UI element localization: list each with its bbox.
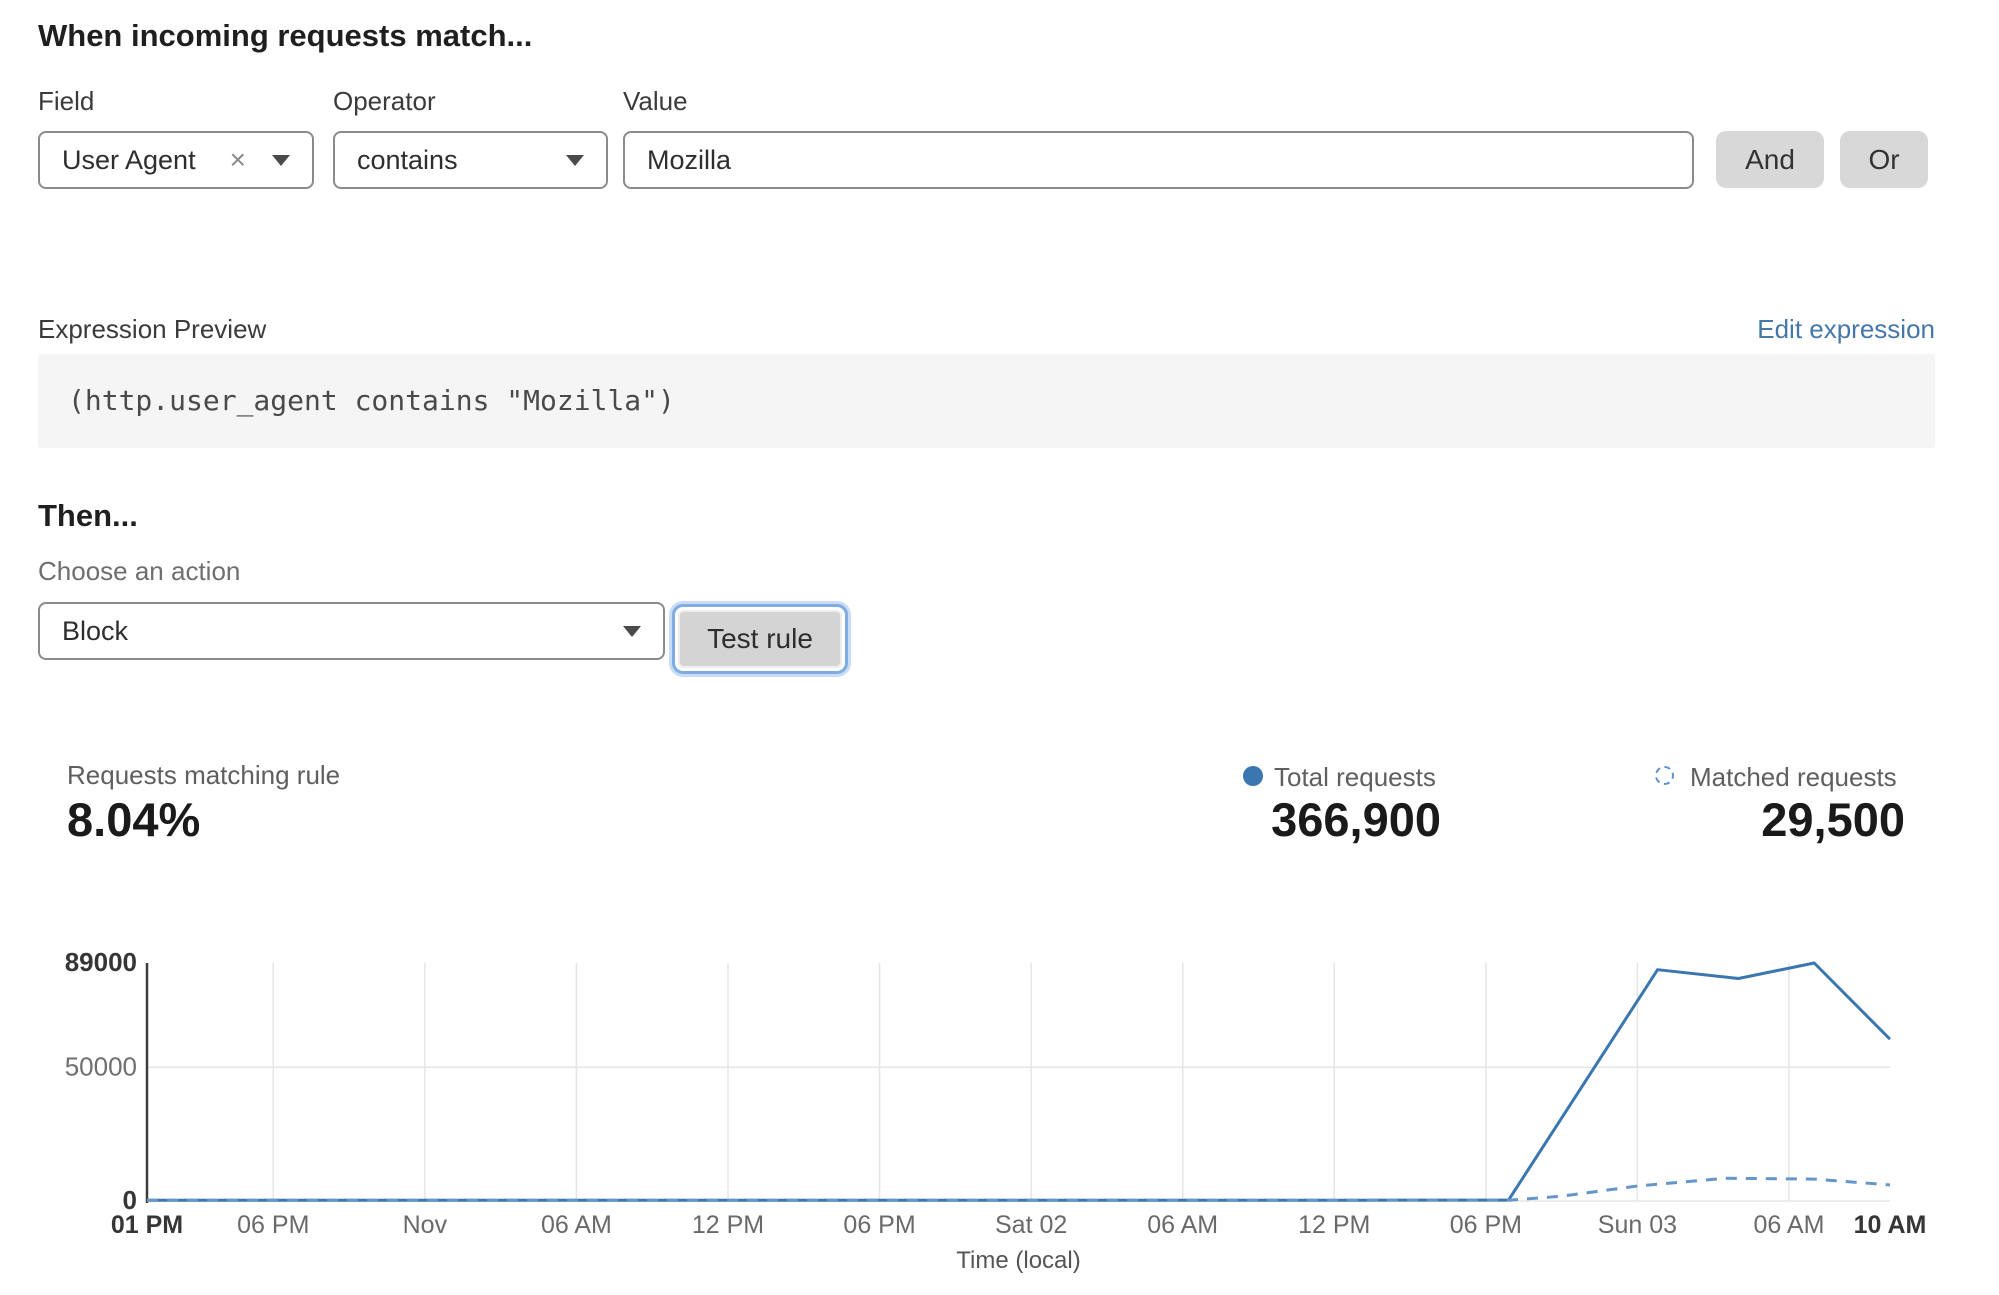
- total-requests-label: Total requests: [1274, 762, 1436, 793]
- x-tick-label: Nov: [403, 1211, 448, 1239]
- expression-preview-label: Expression Preview: [38, 314, 266, 345]
- y-tick-label: 89000: [65, 947, 137, 977]
- x-tick-label: 06 PM: [843, 1211, 915, 1239]
- x-tick-label: 12 PM: [692, 1211, 764, 1239]
- field-label: Field: [38, 86, 94, 117]
- action-select[interactable]: Block: [38, 602, 665, 660]
- total-requests-dot-icon: [1243, 766, 1263, 786]
- action-select-value: Block: [40, 616, 623, 647]
- x-tick-label: 01 PM: [111, 1211, 183, 1239]
- firewall-rule-builder: When incoming requests match... Field Op…: [0, 0, 1999, 1295]
- chevron-down-icon: [566, 155, 584, 166]
- x-tick-label: 06 AM: [1147, 1211, 1218, 1239]
- clear-field-icon[interactable]: ×: [230, 144, 246, 176]
- x-tick-label: 12 PM: [1298, 1211, 1370, 1239]
- chevron-down-icon: [623, 626, 641, 637]
- x-tick-label: 06 AM: [541, 1211, 612, 1239]
- expression-preview-box: (http.user_agent contains "Mozilla"): [38, 354, 1935, 448]
- chevron-down-icon: [272, 155, 290, 166]
- x-tick-label: Sun 03: [1598, 1211, 1677, 1239]
- x-tick-label: 06 AM: [1754, 1211, 1825, 1239]
- operator-select[interactable]: contains: [333, 131, 608, 189]
- requests-chart: 0500008900001 PM06 PMNov06 AM12 PM06 PMS…: [0, 930, 1999, 1295]
- operator-select-value: contains: [335, 145, 566, 176]
- x-axis-title: Time (local): [956, 1247, 1080, 1274]
- matched-requests-label: Matched requests: [1690, 762, 1897, 793]
- y-tick-label: 50000: [65, 1051, 137, 1081]
- page-title: When incoming requests match...: [38, 18, 532, 54]
- x-tick-label: 06 PM: [237, 1211, 309, 1239]
- x-tick-label: Sat 02: [995, 1211, 1067, 1239]
- and-button[interactable]: And: [1716, 131, 1824, 188]
- edit-expression-link[interactable]: Edit expression: [1757, 314, 1935, 345]
- total-requests-value: 366,900: [1271, 792, 1441, 847]
- test-rule-button[interactable]: Test rule: [678, 610, 842, 668]
- requests-matching-value: 8.04%: [67, 792, 200, 847]
- value-label: Value: [623, 86, 688, 117]
- field-select-value: User Agent: [40, 145, 230, 176]
- operator-label: Operator: [333, 86, 436, 117]
- series-total-requests-line: [147, 963, 1890, 1200]
- value-input[interactable]: [623, 131, 1694, 189]
- series-matched-requests-line: [147, 1178, 1890, 1200]
- requests-matching-label: Requests matching rule: [67, 760, 340, 791]
- x-tick-label: 10 AM: [1854, 1211, 1927, 1239]
- then-heading: Then...: [38, 498, 138, 534]
- test-rule-focus-ring: Test rule: [672, 604, 848, 674]
- matched-requests-value: 29,500: [1761, 792, 1905, 847]
- x-tick-label: 06 PM: [1450, 1211, 1522, 1239]
- expression-code: (http.user_agent contains "Mozilla"): [38, 354, 1935, 448]
- field-select[interactable]: User Agent ×: [38, 131, 314, 189]
- or-button[interactable]: Or: [1840, 131, 1928, 188]
- matched-requests-dashed-circle-icon: [1655, 766, 1674, 785]
- choose-action-label: Choose an action: [38, 556, 240, 587]
